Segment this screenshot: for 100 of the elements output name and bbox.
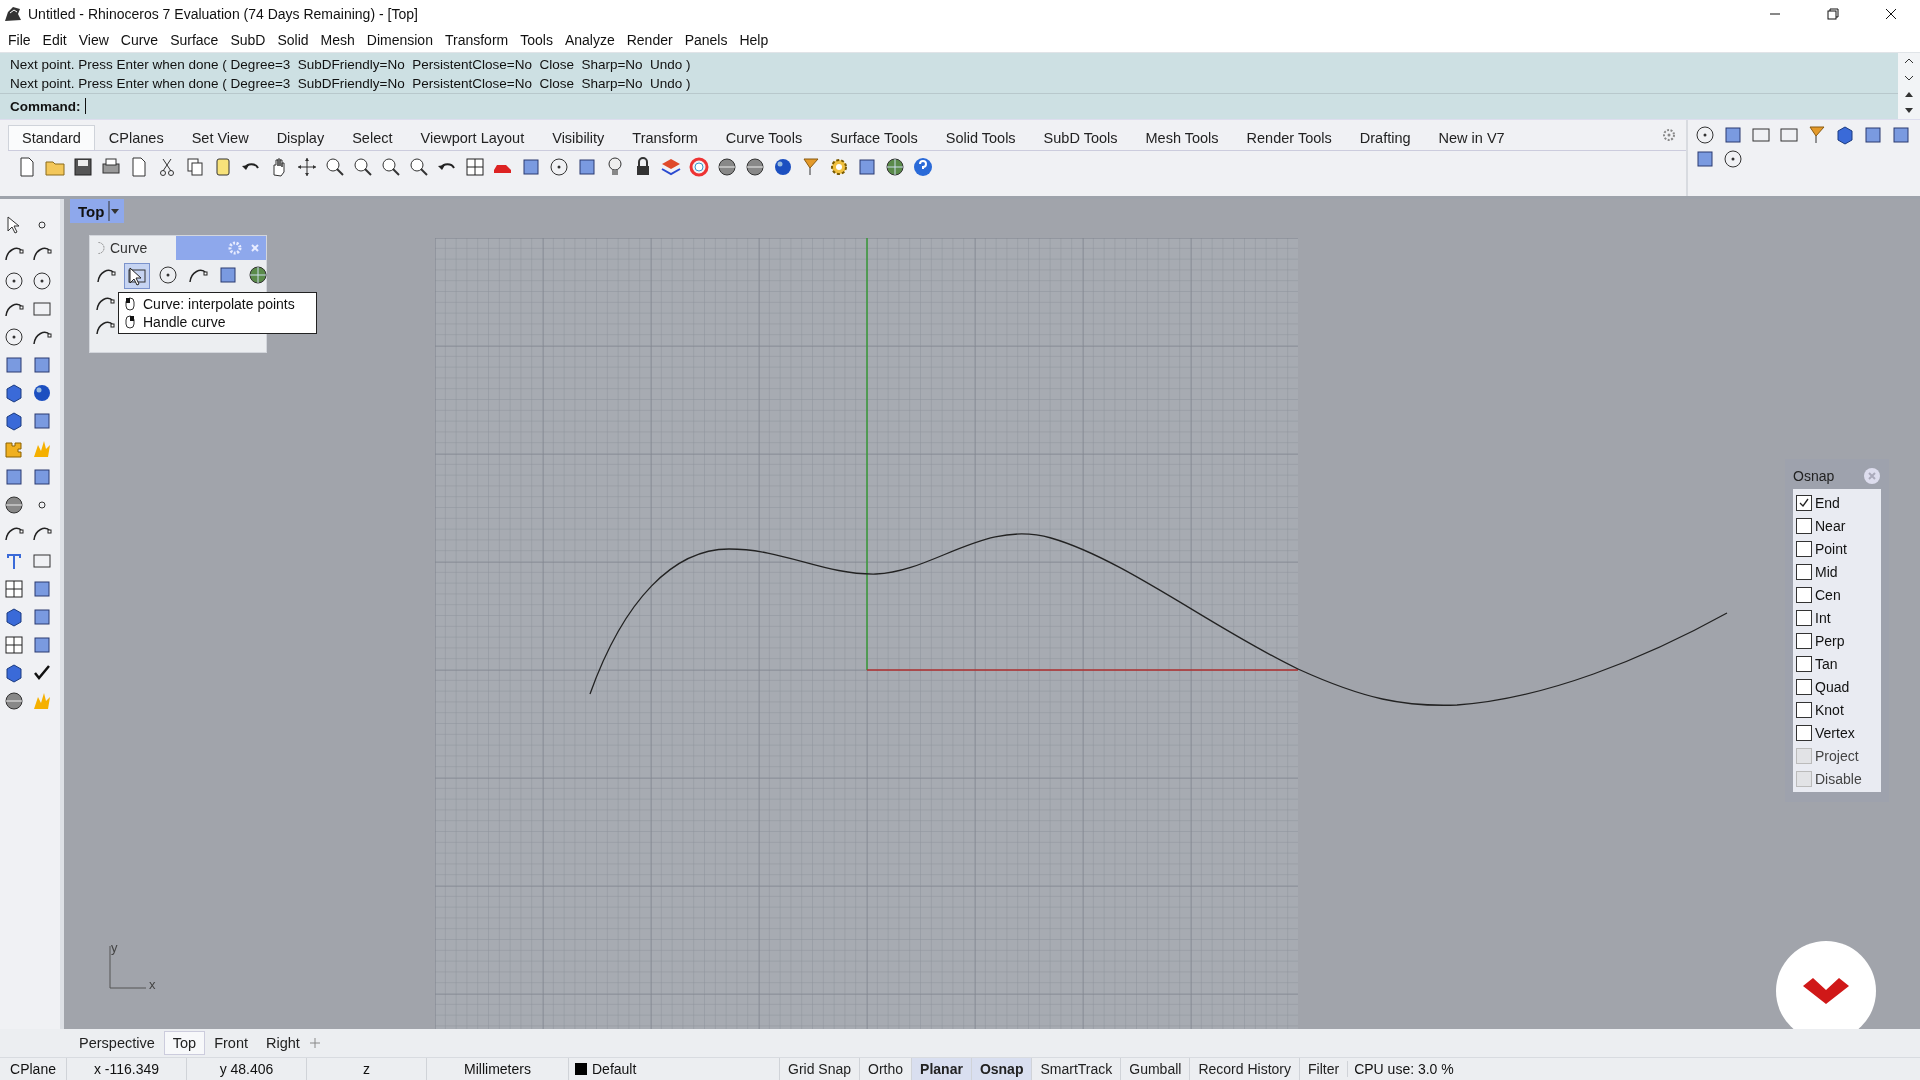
checkbox-label[interactable]: Quad — [1815, 678, 1850, 695]
box-icon[interactable] — [3, 382, 25, 404]
status-toggle[interactable]: Gumball — [1120, 1058, 1190, 1080]
layers-icon[interactable] — [660, 156, 682, 178]
checkbox-label[interactable]: Vertex — [1815, 724, 1855, 741]
toolbar-tab[interactable]: Surface Tools — [816, 125, 932, 150]
toolbar-tab[interactable]: Transform — [618, 125, 712, 150]
status-toggle[interactable]: SmartTrack — [1031, 1058, 1121, 1080]
four-arrows-icon[interactable] — [296, 156, 318, 178]
menu-item[interactable]: Solid — [271, 32, 315, 48]
mesh-sphere-icon[interactable] — [247, 264, 269, 286]
status-toggle[interactable]: Osnap — [970, 1058, 1032, 1080]
color-wheel-icon[interactable] — [688, 156, 710, 178]
solids-icon[interactable] — [3, 690, 25, 712]
globe-icon[interactable] — [884, 156, 906, 178]
settings-icon[interactable] — [1662, 128, 1676, 142]
menu-item[interactable]: SubD — [224, 32, 272, 48]
copy-icon[interactable] — [184, 156, 206, 178]
save-icon[interactable] — [72, 156, 94, 178]
toolbar-tab[interactable]: Drafting — [1345, 125, 1425, 150]
viewport-tab[interactable]: Perspective — [70, 1031, 164, 1055]
checkbox-label[interactable]: Knot — [1815, 701, 1844, 718]
render-sphere-icon[interactable] — [772, 156, 794, 178]
checkbox-label[interactable]: Perp — [1815, 632, 1845, 649]
zoom-extents-icon[interactable] — [380, 156, 402, 178]
boolean-icon[interactable] — [3, 494, 25, 516]
menu-item[interactable]: Mesh — [314, 32, 361, 48]
checkbox[interactable] — [1796, 540, 1812, 557]
restore-icon[interactable] — [1827, 8, 1839, 20]
viewport-tab[interactable]: Right — [257, 1031, 309, 1055]
units-cell[interactable]: Millimeters — [427, 1058, 569, 1080]
help-icon[interactable] — [912, 156, 934, 178]
menu-item[interactable]: Tools — [514, 32, 559, 48]
toolbar-tab[interactable]: Viewport Layout — [406, 125, 539, 150]
toolbar-tab[interactable]: Select — [338, 125, 407, 150]
four-panes-icon[interactable] — [464, 156, 486, 178]
toolbar-tab[interactable]: Standard — [8, 125, 95, 150]
viewport-tab[interactable]: Front — [205, 1031, 257, 1055]
target-icon[interactable] — [1722, 148, 1744, 170]
toolbar-tab[interactable]: Render Tools — [1232, 125, 1346, 150]
checkbox-label[interactable]: End — [1815, 494, 1840, 511]
command-field[interactable]: Command: — [0, 94, 1898, 118]
checkbox[interactable] — [1796, 609, 1812, 626]
checkbox[interactable] — [1796, 563, 1812, 580]
toolbar-tab[interactable]: SubD Tools — [1029, 125, 1132, 150]
checkbox[interactable] — [1796, 632, 1812, 649]
checkbox[interactable] — [1796, 678, 1812, 695]
status-toggle[interactable]: Planar — [911, 1058, 971, 1080]
checkbox[interactable] — [1796, 655, 1812, 672]
checkbox-label[interactable]: Tan — [1815, 655, 1838, 672]
checkbox-label[interactable]: Int — [1815, 609, 1831, 626]
spin-down-icon[interactable] — [1904, 106, 1914, 115]
spin-up-icon[interactable] — [1904, 90, 1914, 99]
circle-curve-icon[interactable] — [157, 264, 179, 286]
checkbox[interactable] — [1796, 724, 1812, 741]
toolbar-tab[interactable]: Set View — [177, 125, 263, 150]
menu-item[interactable]: Transform — [438, 32, 515, 48]
sphere-icon[interactable] — [716, 156, 738, 178]
toolbar-tab[interactable]: New in V7 — [1424, 125, 1519, 150]
menu-item[interactable]: Help — [733, 32, 775, 48]
menu-item[interactable]: Edit — [36, 32, 73, 48]
toolbar-tab[interactable]: Visibility — [538, 125, 619, 150]
box-icon[interactable] — [1834, 124, 1856, 146]
funnel-icon[interactable] — [1806, 124, 1828, 146]
status-toggle[interactable]: Record History — [1189, 1058, 1299, 1080]
checkbox-label[interactable]: Cen — [1815, 586, 1841, 603]
checkbox[interactable] — [1796, 586, 1812, 603]
dropdown-caret-icon[interactable] — [108, 201, 121, 221]
status-toggle[interactable]: Filter — [1299, 1058, 1348, 1080]
checkbox[interactable] — [1796, 701, 1812, 718]
checkbox-label[interactable]: Near — [1815, 517, 1846, 534]
menu-item[interactable]: Panels — [678, 32, 734, 48]
flag-icon[interactable] — [800, 156, 822, 178]
close-icon[interactable] — [1885, 8, 1897, 20]
checkbox-label[interactable]: Mid — [1815, 563, 1838, 580]
toolbar-tab[interactable]: Curve Tools — [711, 125, 817, 150]
toolbar-tab[interactable]: Mesh Tools — [1131, 125, 1233, 150]
spheres-icon[interactable] — [31, 382, 53, 404]
shaded-sphere-icon[interactable] — [744, 156, 766, 178]
menu-item[interactable]: File — [2, 32, 37, 48]
menu-item[interactable]: Render — [620, 32, 679, 48]
scroll-down-icon[interactable] — [1904, 73, 1914, 82]
menu-item[interactable]: Dimension — [360, 32, 439, 48]
scroll-up-icon[interactable] — [1904, 57, 1914, 66]
status-cell[interactable]: CPlane — [0, 1058, 67, 1080]
zoom-icon[interactable] — [324, 156, 346, 178]
toolbar-tab[interactable]: Display — [262, 125, 339, 150]
menu-item[interactable]: Surface — [164, 32, 225, 48]
grid-array-icon[interactable] — [3, 634, 25, 656]
menu-item[interactable]: View — [72, 32, 115, 48]
solid-box-icon[interactable] — [3, 606, 25, 628]
circle-icon[interactable] — [3, 270, 25, 292]
status-toggle[interactable]: Grid Snap — [779, 1058, 860, 1080]
viewport-tab[interactable]: Top — [163, 1031, 206, 1055]
checkbox-label[interactable]: Point — [1815, 540, 1847, 557]
viewport-title[interactable]: Top — [78, 202, 105, 220]
array-icon[interactable] — [3, 578, 25, 600]
viewport-title-tab[interactable]: Top — [70, 199, 125, 223]
toolbar-tab[interactable]: Solid Tools — [931, 125, 1030, 150]
checkbox[interactable] — [1796, 494, 1812, 511]
